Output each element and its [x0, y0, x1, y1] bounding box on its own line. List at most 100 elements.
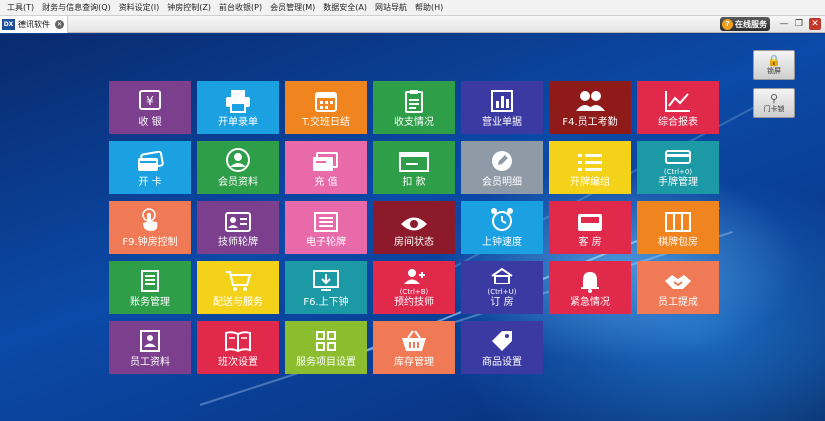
line-chart-icon	[665, 91, 690, 112]
tile-label: 上钟速度	[482, 237, 522, 248]
menu-help[interactable]: 帮助(H)	[411, 0, 447, 16]
tag-icon	[492, 331, 512, 351]
tile-shift-settings[interactable]: 班次设置	[197, 321, 279, 374]
id-card-icon	[225, 212, 251, 232]
tile-label: 会员明细	[482, 177, 522, 188]
tile-label: 商品设置	[482, 357, 522, 368]
tile-label: 综合报表	[658, 117, 698, 128]
tab-close-icon[interactable]: ✕	[55, 20, 64, 29]
door-card-lock-label: 门卡锁	[763, 104, 785, 113]
bell-icon	[581, 272, 599, 293]
profile-icon	[140, 330, 160, 352]
tile-open-card[interactable]: 开 卡	[109, 141, 191, 194]
menu-tools[interactable]: 工具(T)	[3, 0, 38, 16]
tile-inventory-management[interactable]: 库存管理	[373, 321, 455, 374]
menu-data-security[interactable]: 数据安全(A)	[319, 0, 371, 16]
tile-member-info[interactable]: 会员资料	[197, 141, 279, 194]
book-icon	[225, 331, 251, 353]
menu-member-management[interactable]: 会员管理(M)	[266, 0, 319, 16]
online-service-button[interactable]: ? 在线服务	[720, 17, 770, 31]
tile-staff-commission[interactable]: 员工提成	[637, 261, 719, 314]
clipboard-icon	[405, 90, 423, 113]
monitor-download-icon	[313, 270, 339, 291]
tile-delivery-service[interactable]: 配送与服务	[197, 261, 279, 314]
alarm-clock-icon	[491, 208, 513, 231]
touch-icon	[142, 208, 158, 231]
tile-label: 账务管理	[130, 297, 170, 308]
tile-label: 员工资料	[130, 357, 170, 368]
tile-room-status[interactable]: 房间状态	[373, 201, 455, 254]
ledger-icon	[141, 270, 159, 292]
tile-cashier[interactable]: ¥ 收 银	[109, 81, 191, 134]
door-card-lock-button[interactable]: ⚲ 门卡锁	[753, 88, 795, 118]
tile-member-details[interactable]: 会员明细	[461, 141, 543, 194]
menu-finance-query[interactable]: 财务与信息查询(Q)	[38, 0, 115, 16]
tile-accounts-management[interactable]: 账务管理	[109, 261, 191, 314]
menu-bar: 工具(T) 财务与信息查询(Q) 资料设定(I) 钟房控制(Z) 前台收银(P)…	[0, 0, 825, 16]
tile-label: 服务项目设置	[296, 357, 356, 368]
tile-room-control[interactable]: F9.钟房控制	[109, 201, 191, 254]
home-icon	[491, 268, 513, 284]
grid-icon	[316, 331, 336, 351]
basket-icon	[402, 330, 426, 351]
restore-button[interactable]: ❐	[793, 18, 805, 30]
recharge-icon	[313, 152, 338, 171]
tile-label: 电子轮牌	[306, 237, 346, 248]
svg-text:¥: ¥	[146, 94, 154, 108]
tile-label: 开牌编组	[570, 177, 610, 188]
menu-room-control[interactable]: 钟房控制(Z)	[163, 0, 215, 16]
menu-front-cashier[interactable]: 前台收银(P)	[215, 0, 266, 16]
tile-recharge[interactable]: 充 值	[285, 141, 367, 194]
tile-open-order[interactable]: 开单录单	[197, 81, 279, 134]
tile-label: 手牌管理	[658, 177, 698, 188]
tile-label: 配送与服务	[213, 297, 263, 308]
app-logo-icon: DX	[2, 19, 15, 30]
tile-label: 营业单据	[482, 117, 522, 128]
tile-income-expense[interactable]: 收支情况	[373, 81, 455, 134]
tile-electronic-rotation[interactable]: 电子轮牌	[285, 201, 367, 254]
tile-label: 收 银	[138, 117, 162, 128]
tile-general-reports[interactable]: 综合报表	[637, 81, 719, 134]
tile-technician-rotation[interactable]: 技师轮牌	[197, 201, 279, 254]
tile-service-item-settings[interactable]: 服务项目设置	[285, 321, 367, 374]
tile-label: 开 卡	[138, 177, 162, 188]
deduct-icon	[399, 152, 429, 172]
tile-clock-speed[interactable]: 上钟速度	[461, 201, 543, 254]
tile-staff-attendance[interactable]: F4.员工考勤	[549, 81, 631, 134]
online-service-label: 在线服务	[735, 19, 767, 29]
shortcut-badge: (Ctrl+U)	[487, 288, 517, 296]
tile-label: 紧急情况	[570, 297, 610, 308]
menu-site-navigation[interactable]: 网站导航	[371, 0, 411, 16]
tile-chess-room[interactable]: 棋牌包房	[637, 201, 719, 254]
tile-label: 开单录单	[218, 117, 258, 128]
close-button[interactable]: ✕	[809, 18, 821, 30]
tile-clock-in-out[interactable]: F6.上下钟	[285, 261, 367, 314]
tile-label: 技师轮牌	[218, 237, 258, 248]
tile-emergency[interactable]: 紧急情况	[549, 261, 631, 314]
tile-wristband-management[interactable]: (Ctrl+0) 手牌管理	[637, 141, 719, 194]
key-icon: ⚲	[769, 91, 779, 105]
member-icon	[226, 148, 250, 172]
tile-staff-info[interactable]: 员工资料	[109, 321, 191, 374]
lock-screen-button[interactable]: 🔒 锁屏	[753, 50, 795, 80]
menu-data-settings[interactable]: 资料设定(I)	[115, 0, 164, 16]
card-icon	[138, 151, 164, 171]
tile-deduct[interactable]: 扣 款	[373, 141, 455, 194]
tile-business-receipts[interactable]: 营业单据	[461, 81, 543, 134]
eye-icon	[401, 217, 427, 231]
users-icon	[576, 91, 605, 111]
tile-label: T.交班日结	[301, 117, 351, 128]
tile-shift-settlement[interactable]: T.交班日结	[285, 81, 367, 134]
tile-book-room[interactable]: (Ctrl+U) 订 房	[461, 261, 543, 314]
tile-product-settings[interactable]: 商品设置	[461, 321, 543, 374]
tile-book-technician[interactable]: (Ctrl+B) 预约技师	[373, 261, 455, 314]
tile-label: F4.员工考勤	[562, 117, 618, 128]
tile-guest-room[interactable]: 客 房	[549, 201, 631, 254]
minimize-button[interactable]: —	[778, 18, 790, 30]
tile-label: 订 房	[490, 297, 514, 308]
tab-label: 德讯软件	[18, 20, 50, 29]
tile-open-group[interactable]: 开牌编组	[549, 141, 631, 194]
tab-main[interactable]: DX 德讯软件 ✕	[0, 16, 68, 33]
user-plus-icon	[404, 269, 425, 284]
cart-icon	[226, 271, 252, 291]
